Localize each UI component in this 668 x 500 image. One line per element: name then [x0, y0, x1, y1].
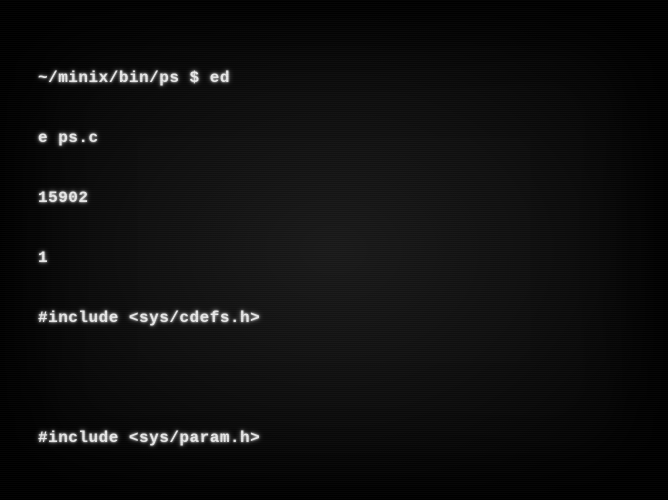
terminal-screen[interactable]: ~/minix/bin/ps $ ed e ps.c 15902 1 #incl… [38, 28, 630, 472]
terminal-line: #include <sys/cdefs.h> [38, 308, 630, 328]
terminal-line: e ps.c [38, 128, 630, 148]
crt-monitor-frame: ~/minix/bin/ps $ ed e ps.c 15902 1 #incl… [0, 0, 668, 500]
terminal-line: 1 [38, 248, 630, 268]
terminal-line [38, 368, 630, 388]
terminal-line [38, 488, 630, 500]
terminal-line: ~/minix/bin/ps $ ed [38, 68, 630, 88]
terminal-line: #include <sys/param.h> [38, 428, 630, 448]
terminal-line: 15902 [38, 188, 630, 208]
